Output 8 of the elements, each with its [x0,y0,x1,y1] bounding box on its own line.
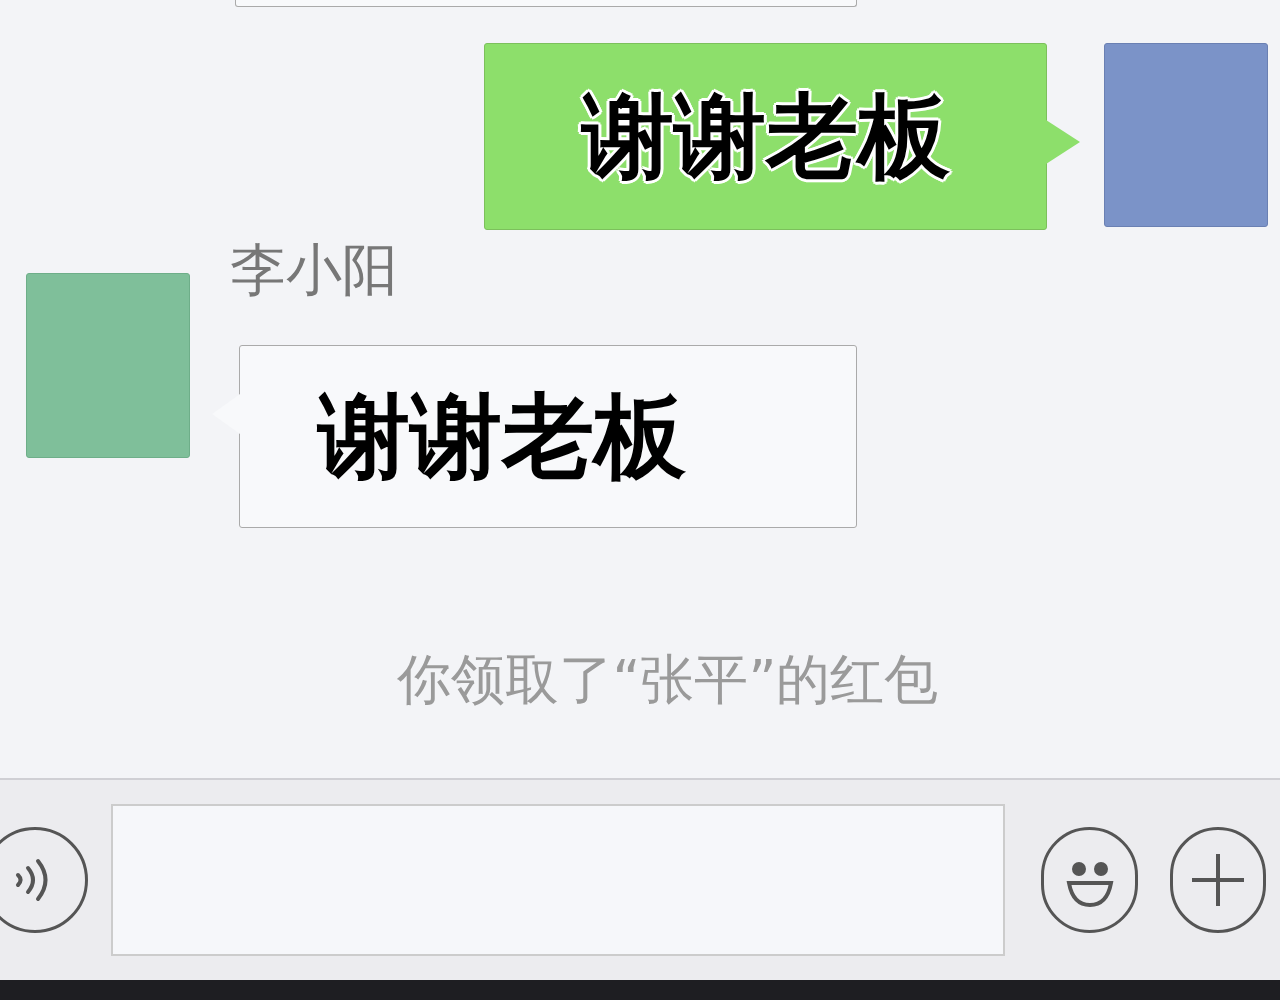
emoji-button[interactable] [1041,827,1138,933]
sender-name: 李小阳 [230,240,399,300]
message-input[interactable] [111,804,1005,956]
voice-button[interactable] [0,827,88,933]
message-text: 谢谢老板 [318,390,686,483]
message-text: 谢谢老板 [581,90,950,183]
system-notice: 你领取了“张平”的红包 [396,648,939,712]
add-button[interactable] [1170,827,1266,933]
